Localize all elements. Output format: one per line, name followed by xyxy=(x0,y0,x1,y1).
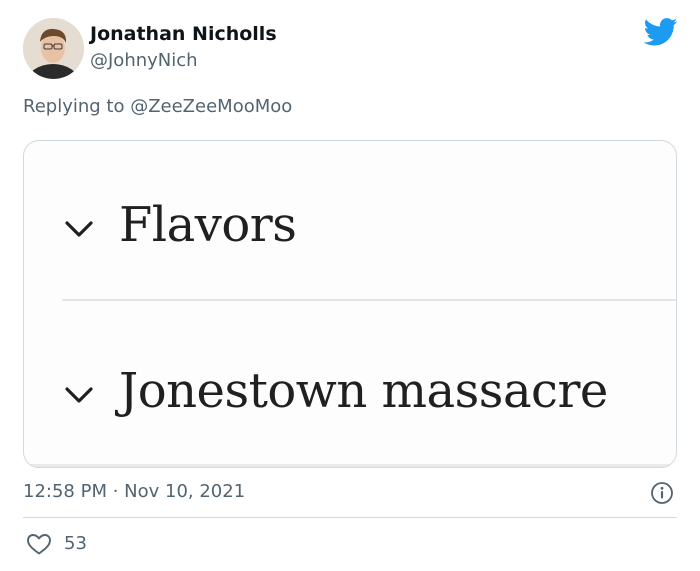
heart-icon[interactable] xyxy=(26,533,52,555)
author-handle[interactable]: @JohnyNich xyxy=(90,50,198,71)
divider xyxy=(23,517,677,518)
media-image[interactable]: Flavors Jonestown massacre xyxy=(23,140,677,468)
info-icon[interactable] xyxy=(650,481,674,505)
image-bottom-edge xyxy=(24,464,676,467)
replying-to[interactable]: Replying to @ZeeZeeMooMoo xyxy=(23,96,292,117)
twitter-bird-icon[interactable] xyxy=(644,18,678,46)
menu-item: Flavors xyxy=(24,193,676,273)
menu-item: Jonestown massacre xyxy=(24,359,676,439)
like-count: 53 xyxy=(64,533,87,554)
avatar[interactable] xyxy=(23,18,84,79)
chevron-down-icon xyxy=(65,221,93,237)
menu-item-label: Jonestown massacre xyxy=(119,363,608,419)
menu-item-label: Flavors xyxy=(119,197,297,253)
menu-divider xyxy=(62,299,676,301)
tweet-card: Jonathan Nicholls @JohnyNich Replying to… xyxy=(0,0,700,571)
timestamp[interactable]: 12:58 PM · Nov 10, 2021 xyxy=(23,481,245,502)
chevron-down-icon xyxy=(65,387,93,403)
author-name[interactable]: Jonathan Nicholls xyxy=(90,23,277,45)
